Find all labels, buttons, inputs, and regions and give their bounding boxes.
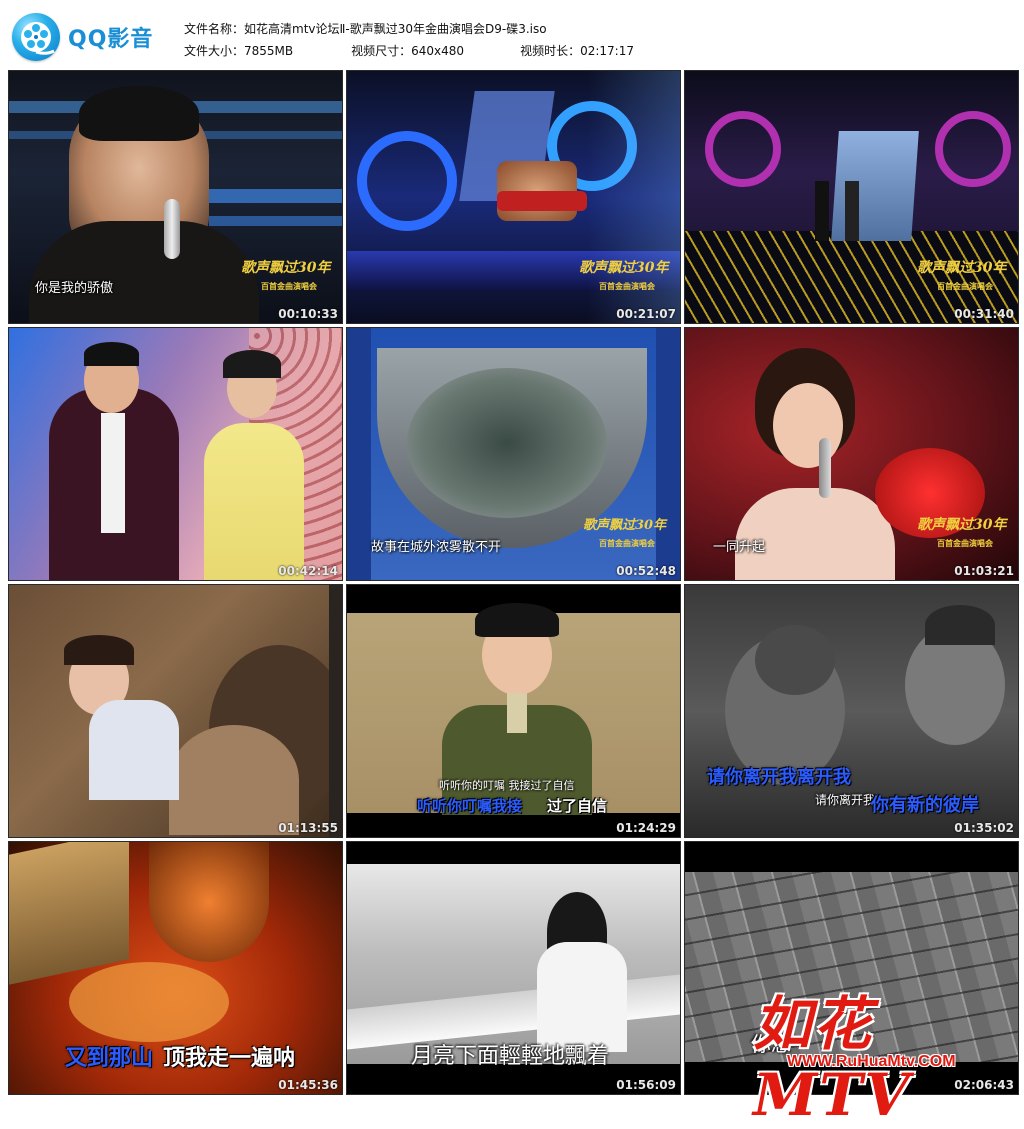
thumbnail-11[interactable]: 月亮下面輕輕地飄着 01:56:09 <box>346 841 681 1095</box>
program-logo-sub: 百首金曲演唱会 <box>261 281 317 291</box>
timestamp: 00:42:14 <box>278 564 338 578</box>
karaoke-sung: 又到那山 <box>65 1046 154 1071</box>
timestamp: 01:24:29 <box>616 821 676 835</box>
timestamp: 00:52:48 <box>616 564 676 578</box>
subtitle-text: 一同升起 <box>713 540 766 555</box>
video-duration-value: 02:17:17 <box>580 44 634 58</box>
thumbnail-1[interactable]: 你是我的骄傲 歌声飘过30年 百首金曲演唱会 00:10:33 <box>8 70 343 324</box>
karaoke-line-1: 请你离开我离开我 <box>707 767 851 788</box>
subtitle-text: 听听你的叮嘱 我接过了自信 <box>439 779 575 792</box>
thumbnail-10[interactable]: 又到那山 顶我走一遍呐 01:45:36 <box>8 841 343 1095</box>
thumbnail-4[interactable]: 00:42:14 <box>8 327 343 581</box>
program-logo: 歌声飘过30年 <box>241 260 331 276</box>
file-name-label: 文件名称： <box>184 22 245 36</box>
subtitle-text: 月亮下面輕輕地飄着 <box>411 1044 610 1069</box>
thumbnail-9[interactable]: 请你离开我离开我 请你离开我 你有新的彼岸 01:35:02 <box>684 584 1019 838</box>
video-dims-value: 640x480 <box>411 44 465 58</box>
karaoke-sung: 听听你叮嘱我接 <box>417 797 523 815</box>
subtitle-text: 你想 <box>751 1032 791 1056</box>
timestamp: 01:56:09 <box>616 1078 676 1092</box>
karaoke-rest: 顶我走一遍呐 <box>163 1046 296 1071</box>
thumbnail-8[interactable]: 听听你的叮嘱 我接过了自信 听听你叮嘱我接 过了自信 01:24:29 <box>346 584 681 838</box>
program-logo: 歌声飘过30年 <box>583 518 667 533</box>
subtitle-text: 故事在城外浓雾散不开 <box>371 540 502 555</box>
app-logo: QQ影音 <box>12 12 172 62</box>
program-logo: 歌声飘过30年 <box>579 260 669 276</box>
thumbnail-5[interactable]: 故事在城外浓雾散不开 歌声飘过30年 百首金曲演唱会 00:52:48 <box>346 327 681 581</box>
timestamp: 01:35:02 <box>954 821 1014 835</box>
app-name: QQ影音 <box>68 27 154 52</box>
subtitle-text: 请你离开我 <box>815 793 876 807</box>
file-size-value: 7855MB <box>244 44 294 58</box>
subtitle-text: 你是我的骄傲 <box>35 281 114 296</box>
thumbnail-7[interactable]: 01:13:55 <box>8 584 343 838</box>
timestamp: 02:06:43 <box>954 1078 1014 1092</box>
thumbnail-3[interactable]: 歌声飘过30年 百首金曲演唱会 00:31:40 <box>684 70 1019 324</box>
film-reel-icon <box>12 13 60 61</box>
header: QQ影音 文件名称：如花高清mtv论坛Ⅱ-歌声飘过30年金曲演唱会D9-碟3.i… <box>0 0 1024 68</box>
program-logo-sub: 百首金曲演唱会 <box>937 538 993 548</box>
program-logo: 歌声飘过30年 <box>917 260 1007 276</box>
program-logo-sub: 百首金曲演唱会 <box>599 281 655 291</box>
karaoke-line-2: 你有新的彼岸 <box>871 795 979 816</box>
thumbnail-6[interactable]: 一同升起 歌声飘过30年 百首金曲演唱会 01:03:21 <box>684 327 1019 581</box>
file-name-value: 如花高清mtv论坛Ⅱ-歌声飘过30年金曲演唱会D9-碟3.iso <box>244 22 547 36</box>
timestamp: 01:45:36 <box>278 1078 338 1092</box>
timestamp: 00:21:07 <box>616 307 676 321</box>
video-duration-label: 视频时长： <box>520 44 581 58</box>
timestamp: 00:10:33 <box>278 307 338 321</box>
file-size-label: 文件大小： <box>184 44 245 58</box>
program-logo-sub: 百首金曲演唱会 <box>599 538 655 548</box>
video-dims-label: 视频尺寸： <box>351 44 412 58</box>
timestamp: 00:31:40 <box>954 307 1014 321</box>
timestamp: 01:03:21 <box>954 564 1014 578</box>
thumbnail-2[interactable]: 歌声飘过30年 百首金曲演唱会 00:21:07 <box>346 70 681 324</box>
timestamp: 01:13:55 <box>278 821 338 835</box>
thumbnail-grid: 你是我的骄傲 歌声飘过30年 百首金曲演唱会 00:10:33 歌声飘过30年 … <box>8 70 1019 1098</box>
thumbnail-12[interactable]: 你想 02:06:43 <box>684 841 1019 1095</box>
program-logo: 歌声飘过30年 <box>917 517 1007 533</box>
program-logo-sub: 百首金曲演唱会 <box>937 281 993 291</box>
karaoke-rest: 过了自信 <box>547 797 608 815</box>
file-info: 文件名称：如花高清mtv论坛Ⅱ-歌声飘过30年金曲演唱会D9-碟3.iso 文件… <box>184 18 634 62</box>
